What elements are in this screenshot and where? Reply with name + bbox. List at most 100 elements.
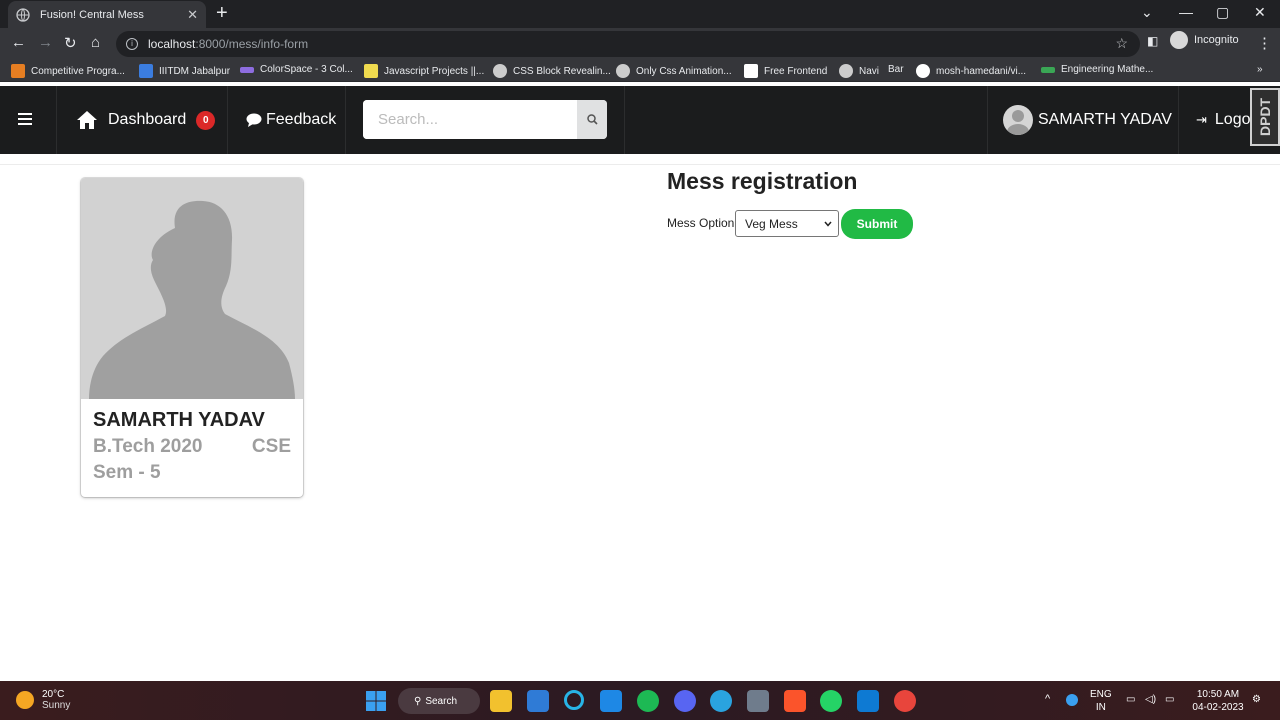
brave-icon[interactable] (784, 690, 806, 712)
bookmarks-overflow-button[interactable]: » (1257, 64, 1263, 75)
address-bar[interactable]: i localhost:8000/mess/info-form ☆ (116, 31, 1140, 57)
profile-name: SAMARTH YADAV (93, 409, 265, 431)
notification-badge: 0 (196, 110, 216, 130)
store-icon[interactable] (527, 690, 549, 712)
url-host: localhost (148, 37, 196, 51)
os-taskbar: 20°C Sunny ⚲ Search ^ ENG IN ▭ ◁) ▭ 10:5… (0, 681, 1280, 720)
nav-feedback[interactable]: Feedback (246, 86, 336, 154)
user-menu[interactable]: SAMARTH YADAV (1003, 86, 1172, 154)
bookmark-item[interactable]: IIITDM Jabalpur (139, 64, 230, 78)
bookmark-star-icon[interactable]: ☆ (1115, 35, 1128, 52)
bookmark-label: Free Frontend (764, 65, 828, 77)
mess-option-label: Mess Option: (667, 216, 738, 230)
search-icon (586, 114, 598, 125)
submit-button[interactable]: Submit (841, 209, 913, 239)
browser-tab[interactable]: Fusion! Central Mess ✕ (8, 1, 206, 28)
bookmark-item[interactable]: ColorSpace - 3 Col... (240, 64, 353, 75)
language-indicator[interactable]: ENG IN (1090, 688, 1112, 714)
battery-icon[interactable]: ▭ (1165, 693, 1174, 706)
letter-l-app-icon[interactable] (600, 690, 622, 712)
bookmark-favicon-icon (744, 64, 758, 78)
nav-divider (56, 86, 57, 154)
profile-program: B.Tech 2020 (93, 436, 203, 457)
bookmark-label: Only Css Animation... (636, 65, 732, 77)
home-icon[interactable]: ⌂ (91, 34, 100, 51)
file-explorer-icon[interactable] (490, 690, 512, 712)
window-close-icon[interactable]: ✕ (1254, 4, 1266, 21)
clock[interactable]: 10:50 AM 04-02-2023 (1190, 688, 1246, 714)
dashboard-label: Dashboard (108, 111, 187, 128)
bookmark-item[interactable]: Navi (839, 64, 879, 78)
vscode-icon[interactable] (857, 690, 879, 712)
taskbar-search[interactable]: ⚲ Search (398, 688, 480, 714)
telegram-icon[interactable] (710, 690, 732, 712)
extension-badge[interactable]: DPDT (1250, 88, 1280, 146)
bookmark-label: Bar (888, 64, 904, 75)
bookmark-favicon-icon (11, 64, 25, 78)
avatar (1003, 105, 1033, 135)
bookmark-label: Competitive Progra... (31, 65, 125, 77)
profile-card: SAMARTH YADAV B.Tech 2020 CSE Sem - 5 (81, 178, 303, 497)
search-button[interactable] (577, 100, 607, 139)
weather-temperature: 20°C (42, 689, 65, 700)
maximize-icon[interactable]: ▢ (1216, 4, 1229, 21)
bookmark-item[interactable]: Bar (888, 64, 904, 75)
whatsapp-icon[interactable] (820, 690, 842, 712)
bookmark-label: IIITDM Jabalpur (159, 65, 231, 77)
url-path: :8000/mess/info-form (195, 37, 309, 51)
new-tab-button[interactable]: + (216, 3, 228, 23)
taskbar-search-label: Search (425, 695, 458, 707)
weather-widget[interactable]: 20°C Sunny (16, 689, 70, 711)
bookmark-item[interactable]: CSS Block Revealin... (493, 64, 611, 78)
person-silhouette-icon (89, 200, 295, 399)
volume-icon[interactable]: ◁) (1145, 693, 1156, 706)
clock-app-icon[interactable] (1066, 694, 1078, 706)
windows-start-icon[interactable] (365, 690, 387, 712)
chrome-icon[interactable] (894, 690, 916, 712)
chevron-up-icon[interactable]: ^ (1045, 693, 1050, 706)
profile-semester: Sem - 5 (93, 462, 161, 483)
browser-menu-icon[interactable]: ⋮ (1257, 34, 1272, 52)
bookmark-item[interactable]: Engineering Mathe... (1041, 64, 1153, 75)
bookmark-label: Engineering Mathe... (1061, 64, 1154, 75)
notifications-icon[interactable]: ⚙ (1252, 693, 1261, 706)
bookmark-item[interactable]: Competitive Progra... (11, 64, 125, 78)
bookmark-item[interactable]: Only Css Animation... (616, 64, 732, 78)
back-arrow-icon[interactable]: ← (11, 34, 26, 51)
nav-divider (624, 86, 625, 154)
spotify-icon[interactable] (637, 690, 659, 712)
incognito-icon (1170, 31, 1188, 49)
page-title: Mess registration (667, 168, 858, 194)
minimize-icon[interactable]: — (1179, 4, 1193, 20)
bookmark-item[interactable]: mosh-hamedani/vi... (916, 64, 1026, 78)
hamburger-menu-icon[interactable] (18, 113, 32, 128)
bookmark-label: CSS Block Revealin... (513, 65, 611, 77)
side-panel-icon[interactable]: ◧ (1147, 34, 1158, 48)
forward-arrow-icon[interactable]: → (38, 34, 53, 51)
bookmark-favicon-icon (139, 64, 153, 78)
weather-condition: Sunny (42, 700, 71, 711)
cortana-icon[interactable] (564, 690, 584, 710)
mess-option-select[interactable]: Veg Mess (735, 210, 839, 237)
search-input[interactable] (363, 100, 577, 139)
bookmark-item[interactable]: Free Frontend (744, 64, 827, 78)
discord-icon[interactable] (674, 690, 696, 712)
bookmark-label: mosh-hamedani/vi... (936, 65, 1027, 77)
tab-search-chevron-icon[interactable]: ⌄ (1141, 4, 1153, 21)
tab-close-icon[interactable]: ✕ (187, 7, 198, 23)
home-icon (77, 111, 97, 129)
calculator-icon[interactable] (747, 690, 769, 712)
nav-divider (227, 86, 228, 154)
network-icon[interactable]: ▭ (1126, 693, 1135, 706)
profile-branch: CSE (251, 436, 291, 457)
bookmark-item[interactable]: Javascript Projects ||... (364, 64, 484, 78)
nav-dashboard[interactable]: Dashboard 0 (76, 86, 216, 154)
reload-icon[interactable]: ↻ (64, 34, 77, 52)
tab-title: Fusion! Central Mess (40, 8, 144, 21)
nav-divider (987, 86, 988, 154)
nav-divider (1178, 86, 1179, 154)
search-icon: ⚲ (414, 695, 422, 707)
github-icon (916, 64, 930, 78)
site-info-icon[interactable]: i (126, 38, 138, 50)
incognito-indicator[interactable]: Incognito (1170, 31, 1239, 49)
